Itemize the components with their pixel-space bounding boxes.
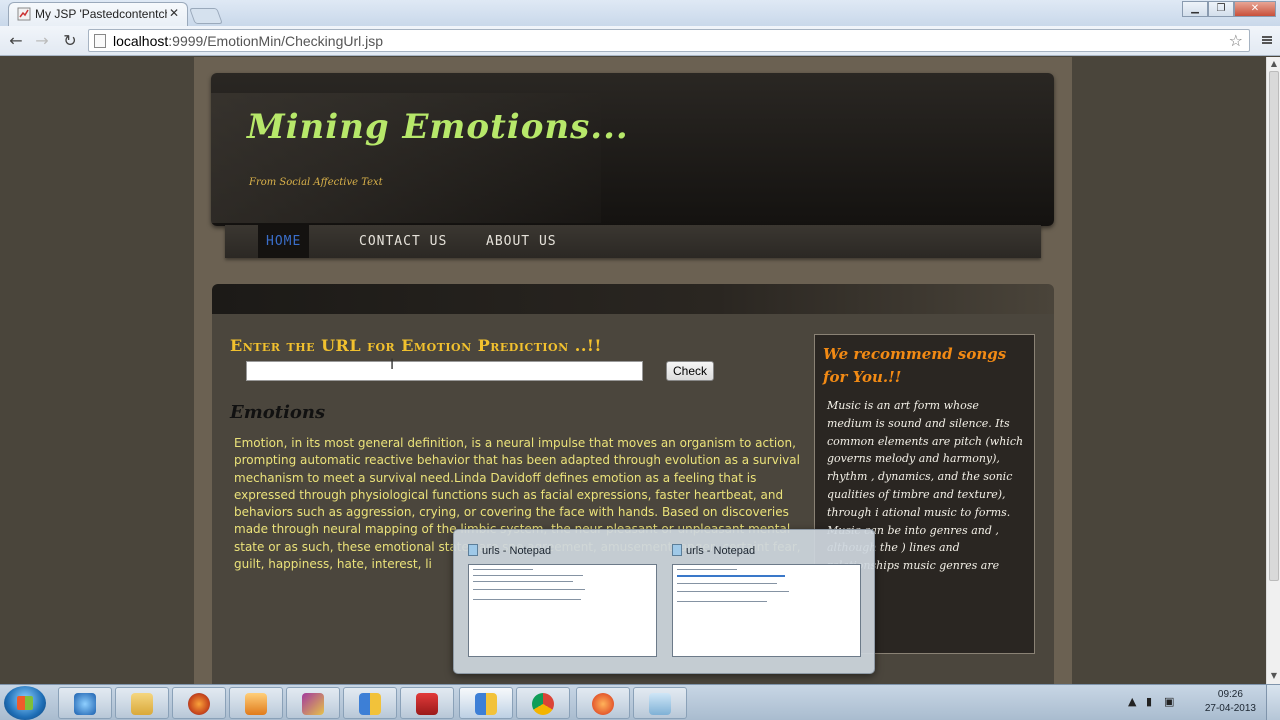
clock-time: 09:26 [1217, 689, 1243, 700]
taskbar-kaspersky[interactable] [400, 687, 454, 719]
main-nav: HOME CONTACT US ABOUT US [225, 225, 1041, 258]
emotions-heading: Emotions [230, 402, 326, 423]
forward-button[interactable]: → [32, 31, 52, 51]
url-input[interactable] [246, 361, 643, 381]
tab-title: My JSP 'Pastedcontentche [35, 7, 167, 21]
scroll-up-arrow-icon[interactable]: ▲ [1269, 59, 1279, 68]
nav-home[interactable]: HOME [258, 225, 310, 258]
firefox-icon [188, 693, 210, 715]
media-app-icon [592, 693, 614, 715]
taskbar-media-app[interactable] [576, 687, 630, 719]
folder-icon [131, 693, 153, 715]
taskbar-firefox[interactable] [172, 687, 226, 719]
notepad-thumbnail-1[interactable]: urls - Notepad [464, 540, 657, 670]
taskbar-notepad[interactable] [633, 687, 687, 719]
windows-taskbar: ▲ ▮ ▣ 09:26 27-04-2013 [0, 684, 1280, 720]
browser-tab[interactable]: My JSP 'Pastedcontentche ✕ [8, 2, 188, 26]
taskbar-paint-app[interactable] [286, 687, 340, 719]
bookmark-star-icon[interactable]: ☆ [1229, 31, 1243, 50]
system-tray: ▲ ▮ ▣ 09:26 27-04-2013 [1120, 685, 1280, 720]
browser-toolbar: ← → ↻ localhost:9999/EmotionMin/Checking… [0, 26, 1280, 56]
taskbar-internet-explorer[interactable] [58, 687, 112, 719]
tab-close-icon[interactable]: ✕ [169, 6, 179, 20]
nav-contact-us[interactable]: CONTACT US [351, 225, 455, 258]
site-logo[interactable]: Mining Emotions... [247, 107, 629, 147]
notepad-icon [649, 693, 671, 715]
sidebar-title: We recommend songs for You.!! [823, 345, 1007, 386]
start-button[interactable] [4, 686, 46, 720]
minimize-button[interactable]: ▁ [1182, 1, 1208, 17]
thumbnail-preview [672, 564, 861, 657]
taskbar-file-explorer[interactable] [115, 687, 169, 719]
taskbar-thumbnail-popup: urls - Notepad urls - Notepad [453, 529, 875, 674]
back-button[interactable]: ← [6, 31, 26, 51]
browser-titlebar: My JSP 'Pastedcontentche ✕ ▁ ❐ ✕ [0, 0, 1280, 26]
internet-explorer-icon [74, 693, 96, 715]
site-tagline: From Social Affective Text [249, 177, 383, 188]
url-path: :9999/EmotionMin/CheckingUrl.jsp [168, 33, 384, 49]
page-icon [94, 34, 106, 48]
scroll-thumb[interactable] [1269, 71, 1279, 581]
content-header-bar [212, 284, 1054, 314]
vertical-scrollbar[interactable]: ▲ ▼ [1266, 57, 1280, 684]
network-icon[interactable]: ▣ [1164, 695, 1174, 708]
taskbar-media-player[interactable] [229, 687, 283, 719]
notepad-icon [468, 544, 478, 556]
paint-brush-icon [302, 693, 324, 715]
wrench-menu-icon[interactable] [1260, 33, 1274, 47]
maximize-button[interactable]: ❐ [1208, 1, 1234, 17]
shield-icon [475, 693, 497, 715]
chrome-icon [532, 693, 554, 715]
notepad-thumbnail-2[interactable]: urls - Notepad [668, 540, 861, 670]
check-button[interactable]: Check [666, 361, 714, 381]
tray-expand-icon[interactable]: ▲ [1128, 695, 1136, 708]
reload-button[interactable]: ↻ [60, 31, 80, 51]
page-favicon-icon [17, 7, 31, 21]
taskbar-chrome[interactable] [516, 687, 570, 719]
nav-about-us[interactable]: ABOUT US [478, 225, 565, 258]
address-bar[interactable]: localhost:9999/EmotionMin/CheckingUrl.js… [88, 29, 1250, 52]
shield-icon [359, 693, 381, 715]
thumbnail-title: urls - Notepad [468, 544, 551, 557]
battery-icon[interactable]: ▮ [1146, 695, 1152, 708]
clock-date: 27-04-2013 [1204, 703, 1256, 714]
taskbar-security-shield[interactable] [343, 687, 397, 719]
close-window-button[interactable]: ✕ [1234, 1, 1276, 17]
url-host: localhost [113, 33, 169, 49]
site-header: Mining Emotions... From Social Affective… [211, 73, 1054, 226]
notepad-icon [672, 544, 682, 556]
clock[interactable]: 09:26 27-04-2013 [1205, 688, 1256, 716]
media-player-icon [245, 693, 267, 715]
address-text: localhost:9999/EmotionMin/CheckingUrl.js… [113, 33, 383, 49]
scroll-down-arrow-icon[interactable]: ▼ [1269, 671, 1279, 680]
text-cursor-icon: I [390, 357, 395, 373]
antivirus-icon [416, 693, 438, 715]
thumbnail-preview [468, 564, 657, 657]
show-desktop-button[interactable] [1266, 685, 1280, 720]
taskbar-notepad-group[interactable] [459, 687, 513, 719]
url-prompt-heading: Enter the URL for Emotion Prediction ..!… [230, 336, 602, 355]
thumbnail-title: urls - Notepad [672, 544, 755, 557]
new-tab-button[interactable] [189, 8, 223, 24]
